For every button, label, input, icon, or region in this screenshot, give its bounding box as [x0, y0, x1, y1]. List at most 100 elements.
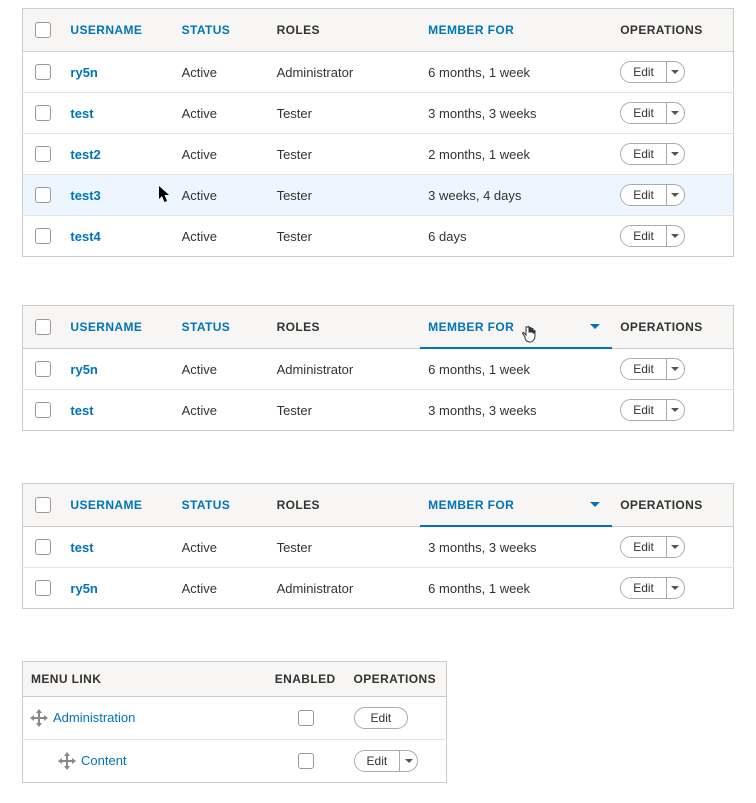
username-link[interactable]: test3 — [70, 188, 100, 203]
dropdown-toggle[interactable] — [666, 537, 684, 557]
row-checkbox[interactable] — [35, 361, 51, 377]
menu-link[interactable]: Content — [81, 753, 127, 768]
col-username[interactable]: USERNAME — [62, 484, 173, 527]
dropdown-toggle[interactable] — [666, 359, 684, 379]
edit-split-button[interactable]: Edit — [620, 143, 685, 165]
table-row: test2ActiveTester2 months, 1 weekEdit — [23, 134, 734, 175]
chevron-down-icon — [671, 152, 679, 156]
member-for-text: 3 months, 3 weeks — [420, 390, 612, 431]
table-row: Administration Edit — [23, 697, 447, 740]
dropdown-toggle[interactable] — [666, 62, 684, 82]
chevron-down-icon — [671, 193, 679, 197]
dropdown-toggle[interactable] — [666, 144, 684, 164]
dropdown-toggle[interactable] — [666, 226, 684, 246]
roles-text: Administrator — [269, 52, 421, 93]
select-all-checkbox[interactable] — [35, 497, 51, 513]
member-for-text: 3 months, 3 weeks — [420, 93, 612, 134]
col-status[interactable]: STATUS — [174, 306, 269, 349]
chevron-down-icon — [671, 111, 679, 115]
col-username[interactable]: USERNAME — [62, 306, 173, 349]
username-link[interactable]: test — [70, 106, 93, 121]
edit-split-button[interactable]: Edit — [620, 102, 685, 124]
edit-split-button[interactable]: Edit — [620, 358, 685, 380]
menu-links-table: MENU LINK ENABLED OPERATIONS Administrat… — [22, 661, 447, 783]
edit-split-button[interactable]: Edit — [354, 750, 419, 772]
row-checkbox[interactable] — [35, 146, 51, 162]
username-link[interactable]: ry5n — [70, 65, 97, 80]
member-for-text: 3 weeks, 4 days — [420, 175, 612, 216]
username-link[interactable]: ry5n — [70, 581, 97, 596]
col-menu-link: MENU LINK — [23, 662, 265, 697]
edit-button[interactable]: Edit — [621, 103, 666, 123]
roles-text: Tester — [269, 175, 421, 216]
status-text: Active — [174, 52, 269, 93]
username-link[interactable]: ry5n — [70, 362, 97, 377]
roles-text: Administrator — [269, 568, 421, 609]
row-checkbox[interactable] — [35, 228, 51, 244]
edit-button[interactable]: Edit — [621, 144, 666, 164]
row-checkbox[interactable] — [35, 105, 51, 121]
col-member-for[interactable]: MEMBER FOR — [420, 484, 612, 527]
edit-button[interactable]: Edit — [354, 707, 409, 729]
edit-split-button[interactable]: Edit — [620, 536, 685, 558]
edit-split-button[interactable]: Edit — [620, 61, 685, 83]
edit-button[interactable]: Edit — [621, 226, 666, 246]
username-link[interactable]: test — [70, 540, 93, 555]
edit-button[interactable]: Edit — [621, 578, 666, 598]
table-row: Content Edit — [23, 740, 447, 783]
menu-link[interactable]: Administration — [53, 710, 135, 725]
dropdown-toggle[interactable] — [399, 751, 417, 771]
col-operations: OPERATIONS — [612, 9, 733, 52]
row-checkbox[interactable] — [35, 187, 51, 203]
col-status[interactable]: STATUS — [174, 9, 269, 52]
row-checkbox[interactable] — [35, 402, 51, 418]
username-link[interactable]: test — [70, 403, 93, 418]
row-checkbox[interactable] — [35, 64, 51, 80]
col-status[interactable]: STATUS — [174, 484, 269, 527]
col-member-for-label: MEMBER FOR — [428, 498, 514, 512]
select-all-checkbox[interactable] — [35, 319, 51, 335]
col-operations: OPERATIONS — [612, 306, 733, 349]
member-for-text: 6 months, 1 week — [420, 52, 612, 93]
chevron-down-icon — [405, 759, 413, 763]
roles-text: Tester — [269, 134, 421, 175]
dropdown-toggle[interactable] — [666, 185, 684, 205]
dropdown-toggle[interactable] — [666, 103, 684, 123]
edit-button[interactable]: Edit — [621, 185, 666, 205]
row-checkbox[interactable] — [35, 539, 51, 555]
edit-button[interactable]: Edit — [621, 62, 666, 82]
drag-handle-icon[interactable] — [31, 710, 47, 726]
enabled-checkbox[interactable] — [298, 710, 314, 726]
status-text: Active — [174, 390, 269, 431]
edit-button[interactable]: Edit — [355, 751, 400, 771]
dropdown-toggle[interactable] — [666, 400, 684, 420]
edit-button[interactable]: Edit — [621, 537, 666, 557]
edit-split-button[interactable]: Edit — [620, 225, 685, 247]
status-text: Active — [174, 134, 269, 175]
table-row: ry5n ActiveAdministrator6 months, 1 week E… — [23, 52, 734, 93]
col-member-for[interactable]: MEMBER FOR — [420, 9, 612, 52]
chevron-down-icon — [671, 70, 679, 74]
status-text: Active — [174, 175, 269, 216]
edit-button[interactable]: Edit — [621, 359, 666, 379]
chevron-down-icon — [671, 408, 679, 412]
col-roles: ROLES — [269, 9, 421, 52]
edit-split-button[interactable]: Edit — [620, 399, 685, 421]
col-operations: OPERATIONS — [346, 662, 447, 697]
edit-split-button[interactable]: Edit — [620, 577, 685, 599]
roles-text: Tester — [269, 390, 421, 431]
edit-button[interactable]: Edit — [621, 400, 666, 420]
col-username[interactable]: USERNAME — [62, 9, 173, 52]
username-link[interactable]: test2 — [70, 147, 100, 162]
col-member-for[interactable]: MEMBER FOR — [420, 306, 612, 349]
col-roles: ROLES — [269, 484, 421, 527]
status-text: Active — [174, 93, 269, 134]
row-checkbox[interactable] — [35, 580, 51, 596]
status-text: Active — [174, 349, 269, 390]
roles-text: Tester — [269, 527, 421, 568]
dropdown-toggle[interactable] — [666, 578, 684, 598]
table-row: ry5nActiveAdministrator6 months, 1 weekE… — [23, 349, 734, 390]
select-all-checkbox[interactable] — [35, 22, 51, 38]
edit-split-button[interactable]: Edit — [620, 184, 685, 206]
username-link[interactable]: test4 — [70, 229, 100, 244]
